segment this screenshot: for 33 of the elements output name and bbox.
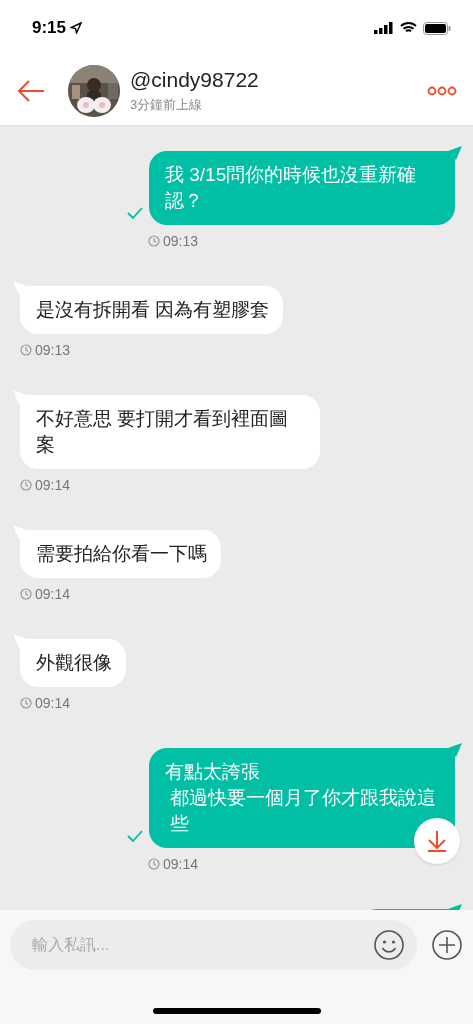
message-text: 外觀很像 bbox=[36, 651, 112, 675]
message-text: 需要拍給你看一下嗎 bbox=[36, 542, 207, 566]
download-arrow-icon bbox=[426, 829, 448, 853]
back-arrow-icon[interactable] bbox=[16, 78, 46, 103]
emoji-icon[interactable] bbox=[373, 929, 405, 961]
wifi-icon bbox=[400, 22, 417, 34]
online-status: 3分鐘前上線 bbox=[130, 96, 204, 114]
message-time: 09:14 bbox=[35, 695, 71, 711]
signal-icon bbox=[374, 22, 394, 34]
message-text: 我 3/15問你的時候也沒重新確認？ bbox=[165, 163, 418, 213]
clock-icon bbox=[20, 479, 32, 491]
location-icon bbox=[70, 22, 83, 34]
clock-icon bbox=[20, 344, 32, 356]
clock-icon bbox=[148, 235, 160, 247]
message-time: 09:13 bbox=[163, 233, 199, 249]
add-button[interactable] bbox=[431, 929, 463, 961]
status-time: 9:15 bbox=[32, 18, 67, 38]
clock-icon bbox=[148, 858, 160, 870]
message-time: 09:14 bbox=[35, 477, 71, 493]
message-time: 09:14 bbox=[35, 586, 71, 602]
message-text: 是沒有拆開看 因為有塑膠套 bbox=[36, 298, 270, 322]
clock-icon bbox=[20, 588, 32, 600]
clock-icon bbox=[20, 697, 32, 709]
message-text: 不好意思 要打開才看到裡面圖案 bbox=[36, 407, 290, 457]
scroll-down-button[interactable] bbox=[414, 818, 460, 864]
more-icon[interactable] bbox=[427, 85, 457, 96]
message-time: 09:13 bbox=[35, 342, 71, 358]
message-time: 09:14 bbox=[163, 856, 199, 872]
message-field[interactable]: 輸入私訊... bbox=[10, 920, 417, 970]
battery-icon bbox=[423, 21, 451, 35]
message-text: 有點太誇張 bbox=[165, 760, 261, 784]
message-text: 都過快要一個月了你才跟我說這些 bbox=[169, 786, 437, 836]
username: @cindy98722 bbox=[130, 67, 260, 93]
